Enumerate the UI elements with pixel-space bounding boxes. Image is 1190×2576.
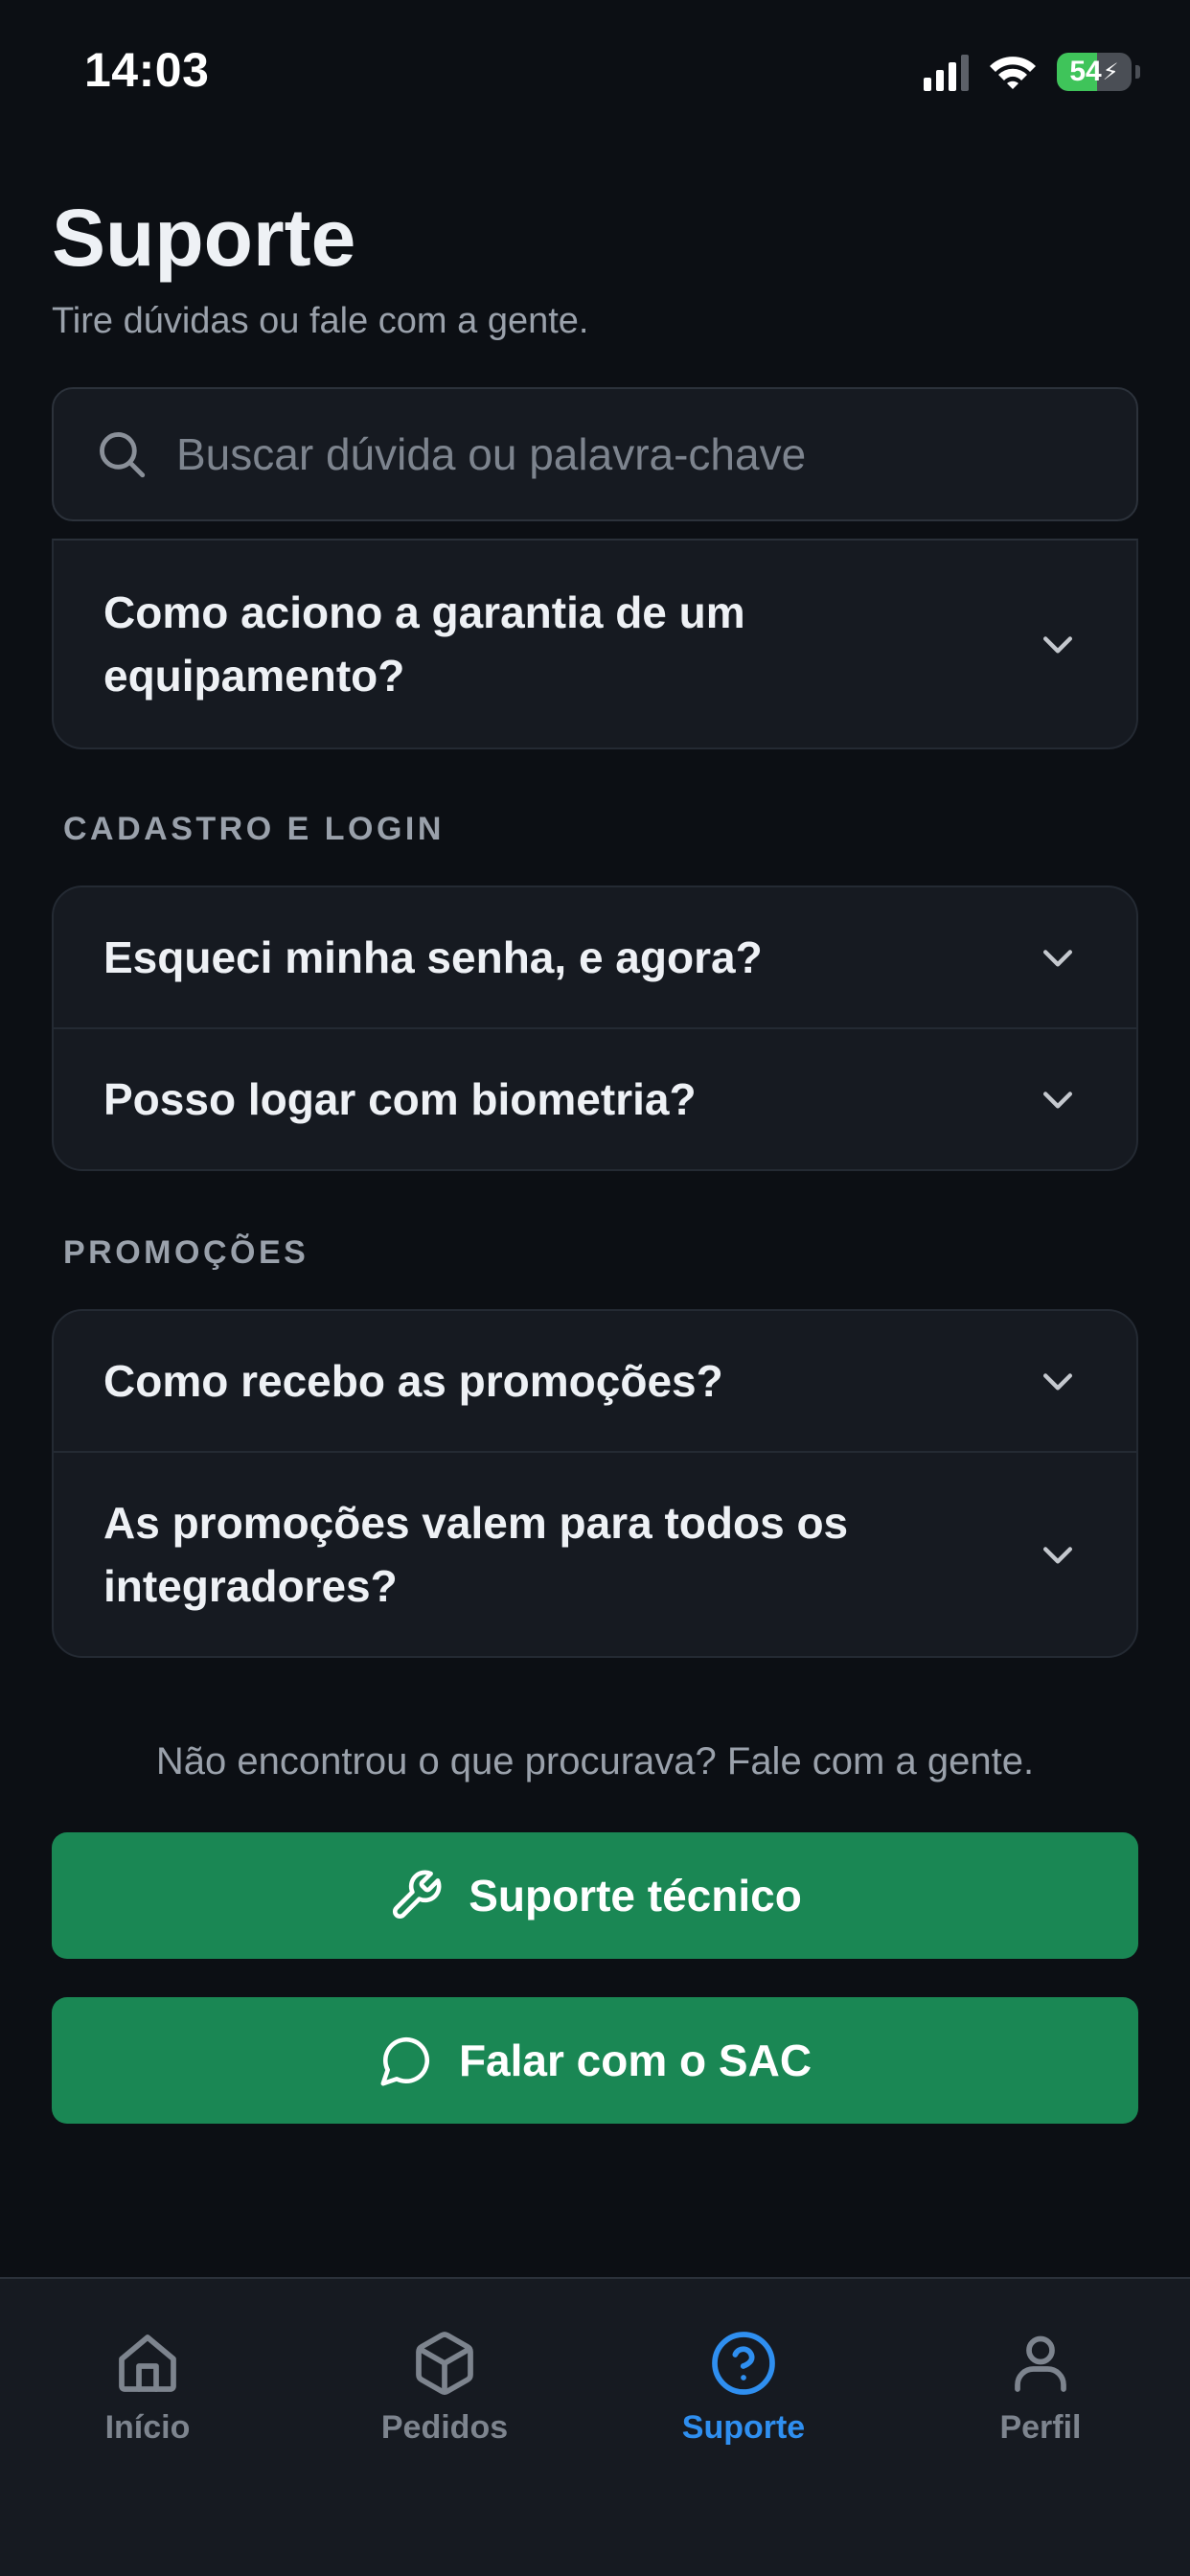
faq-question: As promoções valem para todos os integra… (103, 1498, 849, 1611)
tab-suporte[interactable]: Suporte (629, 2329, 858, 2447)
faq-item[interactable]: Esqueci minha senha, e agora? (54, 887, 1136, 1029)
tab-label: Suporte (681, 2409, 806, 2446)
section-title-cadastro: CADASTRO E LOGIN (63, 811, 445, 847)
search-box[interactable] (52, 387, 1138, 521)
page-title: Suporte (52, 193, 356, 283)
chevron-down-icon (1042, 636, 1073, 654)
status-time: 14:03 (84, 43, 210, 97)
battery-percent: 54 (1069, 56, 1102, 87)
tab-label: Perfil (999, 2409, 1082, 2446)
faq-question: Como aciono a garantia de um equipamento… (103, 587, 745, 701)
faq-group-cadastro: Esqueci minha senha, e agora? Posso loga… (52, 886, 1138, 1171)
chevron-down-icon (1042, 1547, 1073, 1564)
search-input[interactable] (176, 428, 1136, 480)
sac-button[interactable]: Falar com o SAC (52, 1997, 1138, 2124)
faq-question: Posso logar com biometria? (103, 1074, 697, 1124)
tab-bar: Início Pedidos Suporte Perfil (0, 2277, 1190, 2576)
faq-item[interactable]: Posso logar com biometria? (54, 1029, 1136, 1169)
faq-item[interactable]: Como aciono a garantia de um equipamento… (54, 540, 1136, 748)
help-prompt: Não encontrou o que procurava? Fale com … (155, 1740, 1035, 1782)
tab-perfil[interactable]: Perfil (926, 2329, 1156, 2447)
page-subtitle: Tire dúvidas ou fale com a gente. (52, 301, 589, 341)
section-title-promocoes: PROMOÇÕES (63, 1234, 309, 1271)
chat-bubble-icon (380, 2037, 429, 2086)
tab-label: Início (104, 2409, 191, 2446)
user-icon (1015, 2335, 1066, 2392)
chevron-down-icon (1042, 950, 1073, 967)
cellular-signal-icon (924, 53, 969, 91)
chevron-down-icon (1042, 1373, 1073, 1391)
status-icons: 54 ⚡ (924, 48, 1140, 96)
faq-question: Esqueci minha senha, e agora? (103, 932, 763, 982)
tech-support-button[interactable]: Suporte técnico (52, 1832, 1138, 1959)
status-bar: 14:03 54 ⚡ (0, 0, 1190, 144)
home-icon (119, 2334, 176, 2392)
help-circle-icon (712, 2332, 775, 2395)
battery-icon: 54 ⚡ (1057, 53, 1132, 91)
faq-item[interactable]: As promoções valem para todos os integra… (54, 1453, 1136, 1656)
faq-question: Como recebo as promoções? (103, 1356, 723, 1406)
chevron-down-icon (1042, 1092, 1073, 1109)
wrench-icon (393, 1870, 442, 1920)
search-icon (100, 432, 146, 478)
package-icon (416, 2332, 473, 2395)
sac-label: Falar com o SAC (458, 2036, 812, 2085)
tab-label: Pedidos (380, 2409, 509, 2446)
faq-group-partial: Como aciono a garantia de um equipamento… (52, 539, 1138, 749)
tab-inicio[interactable]: Início (33, 2329, 263, 2447)
tech-support-label: Suporte técnico (469, 1871, 802, 1920)
faq-group-promocoes: Como recebo as promoções? As promoções v… (52, 1309, 1138, 1658)
wifi-icon (990, 57, 1036, 89)
faq-item[interactable]: Como recebo as promoções? (54, 1311, 1136, 1453)
tab-pedidos[interactable]: Pedidos (330, 2329, 560, 2447)
